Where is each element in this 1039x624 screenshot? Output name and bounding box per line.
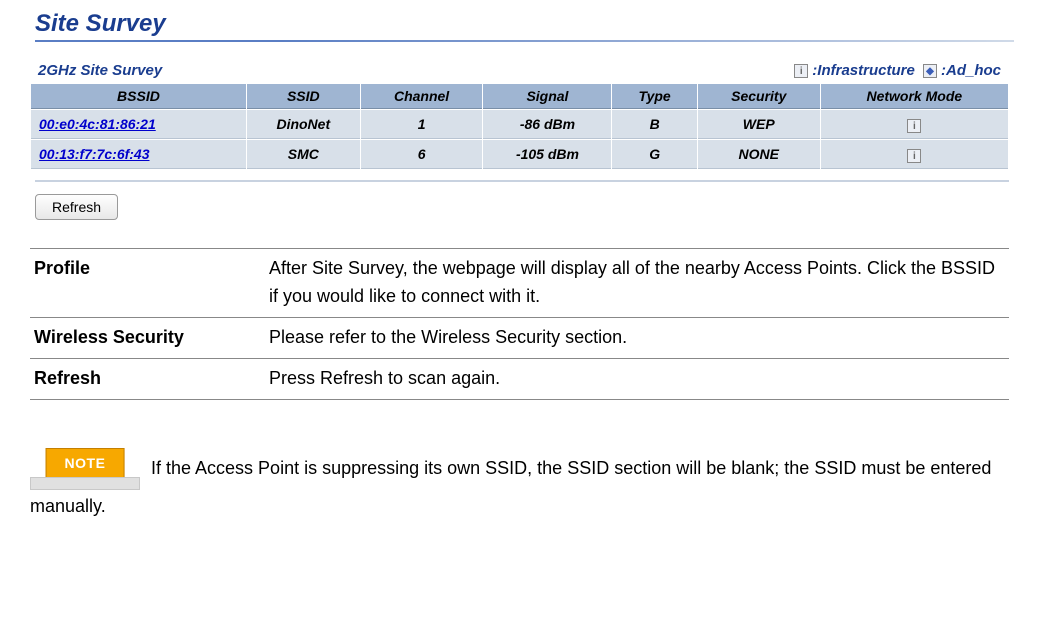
cell-security: NONE <box>698 140 820 169</box>
table-header-row: BSSID SSID Channel Signal Type Security … <box>31 84 1008 109</box>
desc-row-wireless-security: Wireless Security Please refer to the Wi… <box>30 317 1009 358</box>
infrastructure-icon: i <box>794 64 808 78</box>
legend-adhoc-label: :Ad_hoc <box>941 62 1001 79</box>
description-table: Profile After Site Survey, the webpage w… <box>30 248 1009 400</box>
mode-legend: i :Infrastructure ◆ :Ad_hoc <box>794 62 1001 79</box>
desc-text: Press Refresh to scan again. <box>265 358 1009 399</box>
cell-ssid: SMC <box>247 140 360 169</box>
desc-term: Profile <box>30 249 265 318</box>
col-header-signal: Signal <box>483 84 611 109</box>
cell-signal: -105 dBm <box>483 140 611 169</box>
col-header-security: Security <box>698 84 820 109</box>
note-badge-label: NOTE <box>46 448 125 480</box>
desc-term: Refresh <box>30 358 265 399</box>
col-header-ssid: SSID <box>247 84 360 109</box>
survey-header-row: 2GHz Site Survey i :Infrastructure ◆ :Ad… <box>30 62 1009 83</box>
bssid-link[interactable]: 00:13:f7:7c:6f:43 <box>39 146 150 162</box>
cell-channel: 6 <box>361 140 483 169</box>
infrastructure-icon: i <box>907 149 921 163</box>
desc-row-profile: Profile After Site Survey, the webpage w… <box>30 249 1009 318</box>
note-badge: NOTE <box>30 448 140 490</box>
bssid-link[interactable]: 00:e0:4c:81:86:21 <box>39 116 156 132</box>
description-section: Profile After Site Survey, the webpage w… <box>30 248 1009 400</box>
col-header-bssid: BSSID <box>31 84 246 109</box>
cell-type: B <box>612 110 696 139</box>
title-underline <box>35 40 1014 42</box>
desc-row-refresh: Refresh Press Refresh to scan again. <box>30 358 1009 399</box>
desc-text: Please refer to the Wireless Security se… <box>265 317 1009 358</box>
refresh-button[interactable]: Refresh <box>35 194 118 220</box>
cell-signal: -86 dBm <box>483 110 611 139</box>
note-badge-shadow <box>30 477 140 490</box>
cell-mode: i <box>821 110 1008 139</box>
separator-line <box>35 180 1009 182</box>
site-survey-table: BSSID SSID Channel Signal Type Security … <box>30 83 1009 170</box>
desc-term: Wireless Security <box>30 317 265 358</box>
note-section: NOTE If the Access Point is suppressing … <box>30 448 1009 523</box>
cell-bssid: 00:e0:4c:81:86:21 <box>31 110 246 139</box>
cell-channel: 1 <box>361 110 483 139</box>
table-row: 00:e0:4c:81:86:21 DinoNet 1 -86 dBm B WE… <box>31 110 1008 139</box>
survey-band-label: 2GHz Site Survey <box>38 62 162 79</box>
col-header-mode: Network Mode <box>821 84 1008 109</box>
cell-mode: i <box>821 140 1008 169</box>
cell-ssid: DinoNet <box>247 110 360 139</box>
col-header-type: Type <box>612 84 696 109</box>
infrastructure-icon: i <box>907 119 921 133</box>
table-row: 00:13:f7:7c:6f:43 SMC 6 -105 dBm G NONE … <box>31 140 1008 169</box>
desc-text: After Site Survey, the webpage will disp… <box>265 249 1009 318</box>
legend-infra-label: :Infrastructure <box>812 62 915 79</box>
cell-security: WEP <box>698 110 820 139</box>
adhoc-icon: ◆ <box>923 64 937 78</box>
cell-bssid: 00:13:f7:7c:6f:43 <box>31 140 246 169</box>
col-header-channel: Channel <box>361 84 483 109</box>
cell-type: G <box>612 140 696 169</box>
page-title: Site Survey <box>30 10 1009 38</box>
note-text: If the Access Point is suppressing its o… <box>30 457 991 515</box>
